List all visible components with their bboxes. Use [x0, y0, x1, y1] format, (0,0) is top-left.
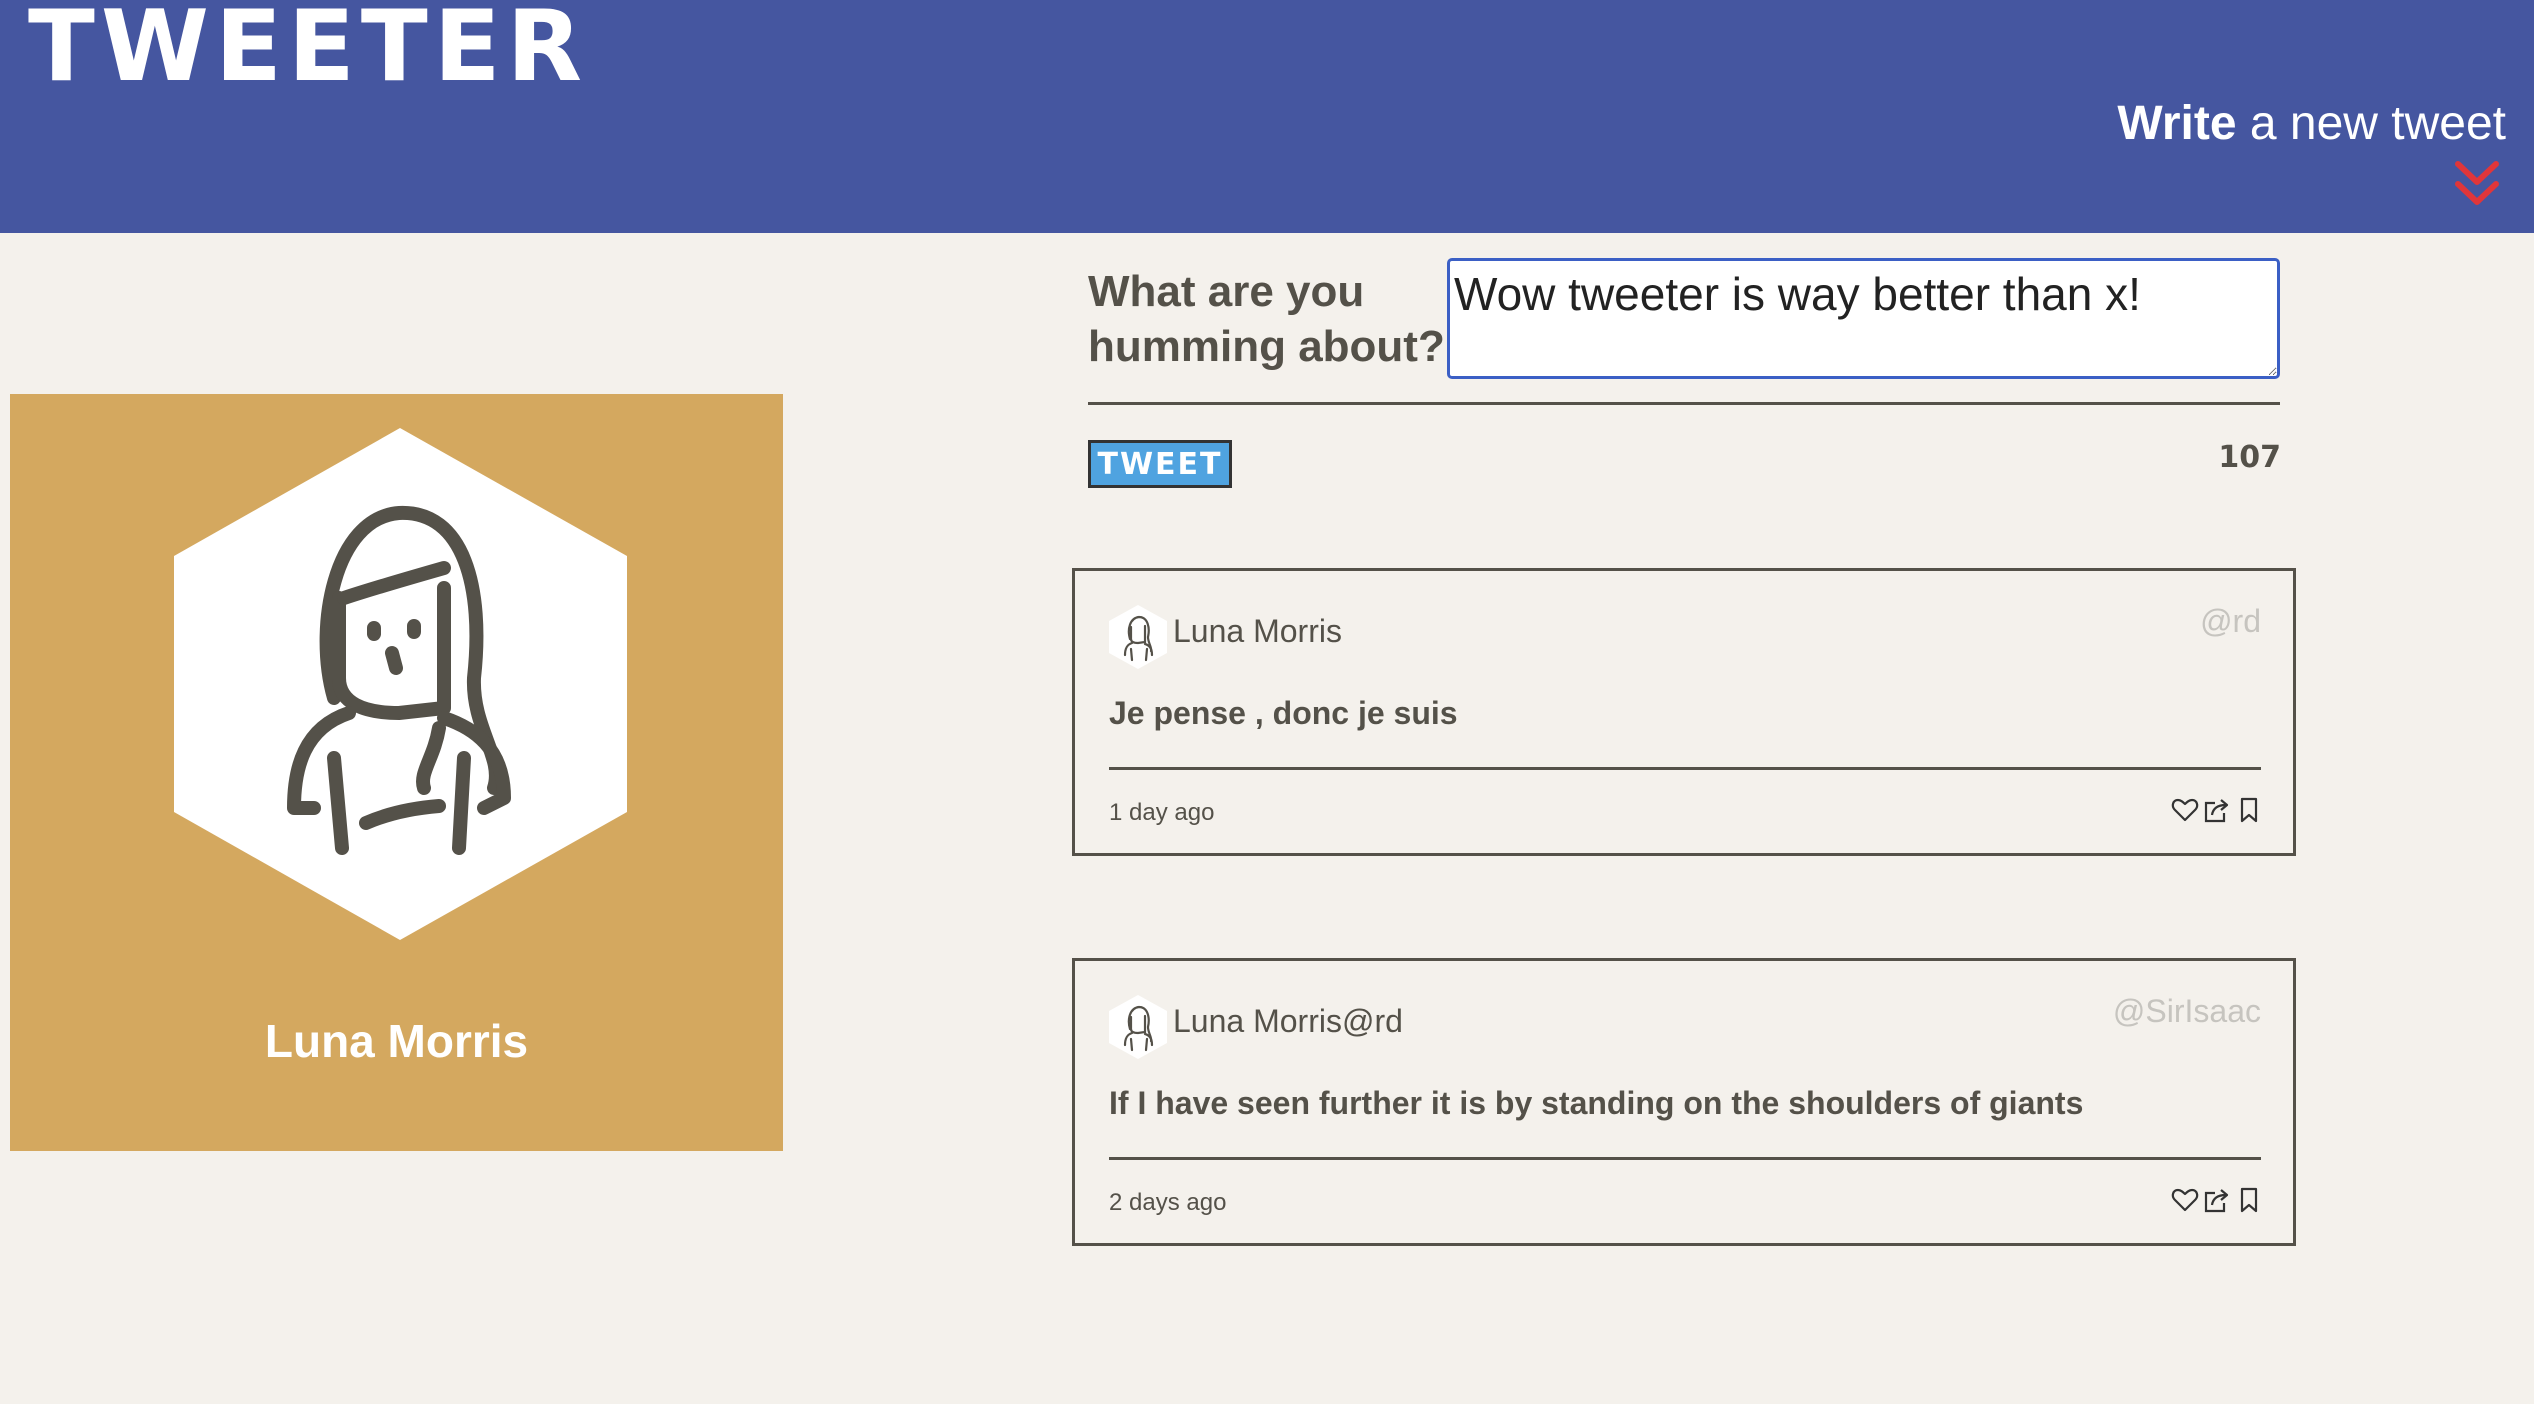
- tweet-card: Luna Morris @rd Je pense , donc je suis …: [1072, 568, 2296, 856]
- tweet-timestamp: 1 day ago: [1109, 799, 1215, 826]
- tweet-author-name[interactable]: Luna Morris@rd: [1173, 1003, 1403, 1040]
- tweet-author-name[interactable]: Luna Morris: [1173, 613, 1342, 650]
- top-nav: TWEETER Write a new tweet: [0, 0, 2534, 233]
- tweet-text: If I have seen further it is by standing…: [1109, 1085, 2084, 1121]
- tweet-actions: [2171, 795, 2263, 825]
- bookmark-icon[interactable]: [2235, 1185, 2263, 1215]
- tweet-avatar: [1109, 605, 1167, 669]
- tweet-avatar: [1109, 995, 1167, 1059]
- share-icon[interactable]: [2203, 1185, 2231, 1215]
- tweet-divider: [1109, 1157, 2261, 1160]
- tweet-text-input[interactable]: Wow tweeter is way better than x!: [1447, 258, 2280, 379]
- logo: TWEETER: [28, 0, 589, 104]
- tweet-text: Je pense , donc je suis: [1109, 695, 1458, 731]
- heart-icon[interactable]: [2171, 795, 2199, 825]
- tweet-divider: [1109, 767, 2261, 770]
- write-link-rest: a new tweet: [2236, 97, 2506, 150]
- tweet-button[interactable]: TWEET: [1088, 440, 1232, 488]
- tweet-card: Luna Morris@rd @SirIsaac If I have seen …: [1072, 958, 2296, 1246]
- profile-avatar: [174, 428, 627, 940]
- compose-label: What are you humming about?: [1088, 267, 1445, 371]
- write-link-bold: Write: [2117, 97, 2237, 150]
- write-new-tweet-link[interactable]: Write a new tweet: [2117, 97, 2506, 151]
- character-counter: 107: [2218, 440, 2281, 475]
- tweet-actions: [2171, 1185, 2263, 1215]
- tweet-timestamp: 2 days ago: [1109, 1189, 1227, 1216]
- compose-divider: [1088, 402, 2280, 405]
- tweet-author-handle[interactable]: @rd: [2200, 603, 2261, 640]
- heart-icon[interactable]: [2171, 1185, 2199, 1215]
- tweet-author-handle[interactable]: @SirIsaac: [2113, 993, 2261, 1030]
- chevron-double-down-icon[interactable]: [2454, 158, 2500, 208]
- profile-name: Luna Morris: [264, 1015, 529, 1067]
- share-icon[interactable]: [2203, 795, 2231, 825]
- bookmark-icon[interactable]: [2235, 795, 2263, 825]
- profile-card: Luna Morris: [10, 394, 783, 1151]
